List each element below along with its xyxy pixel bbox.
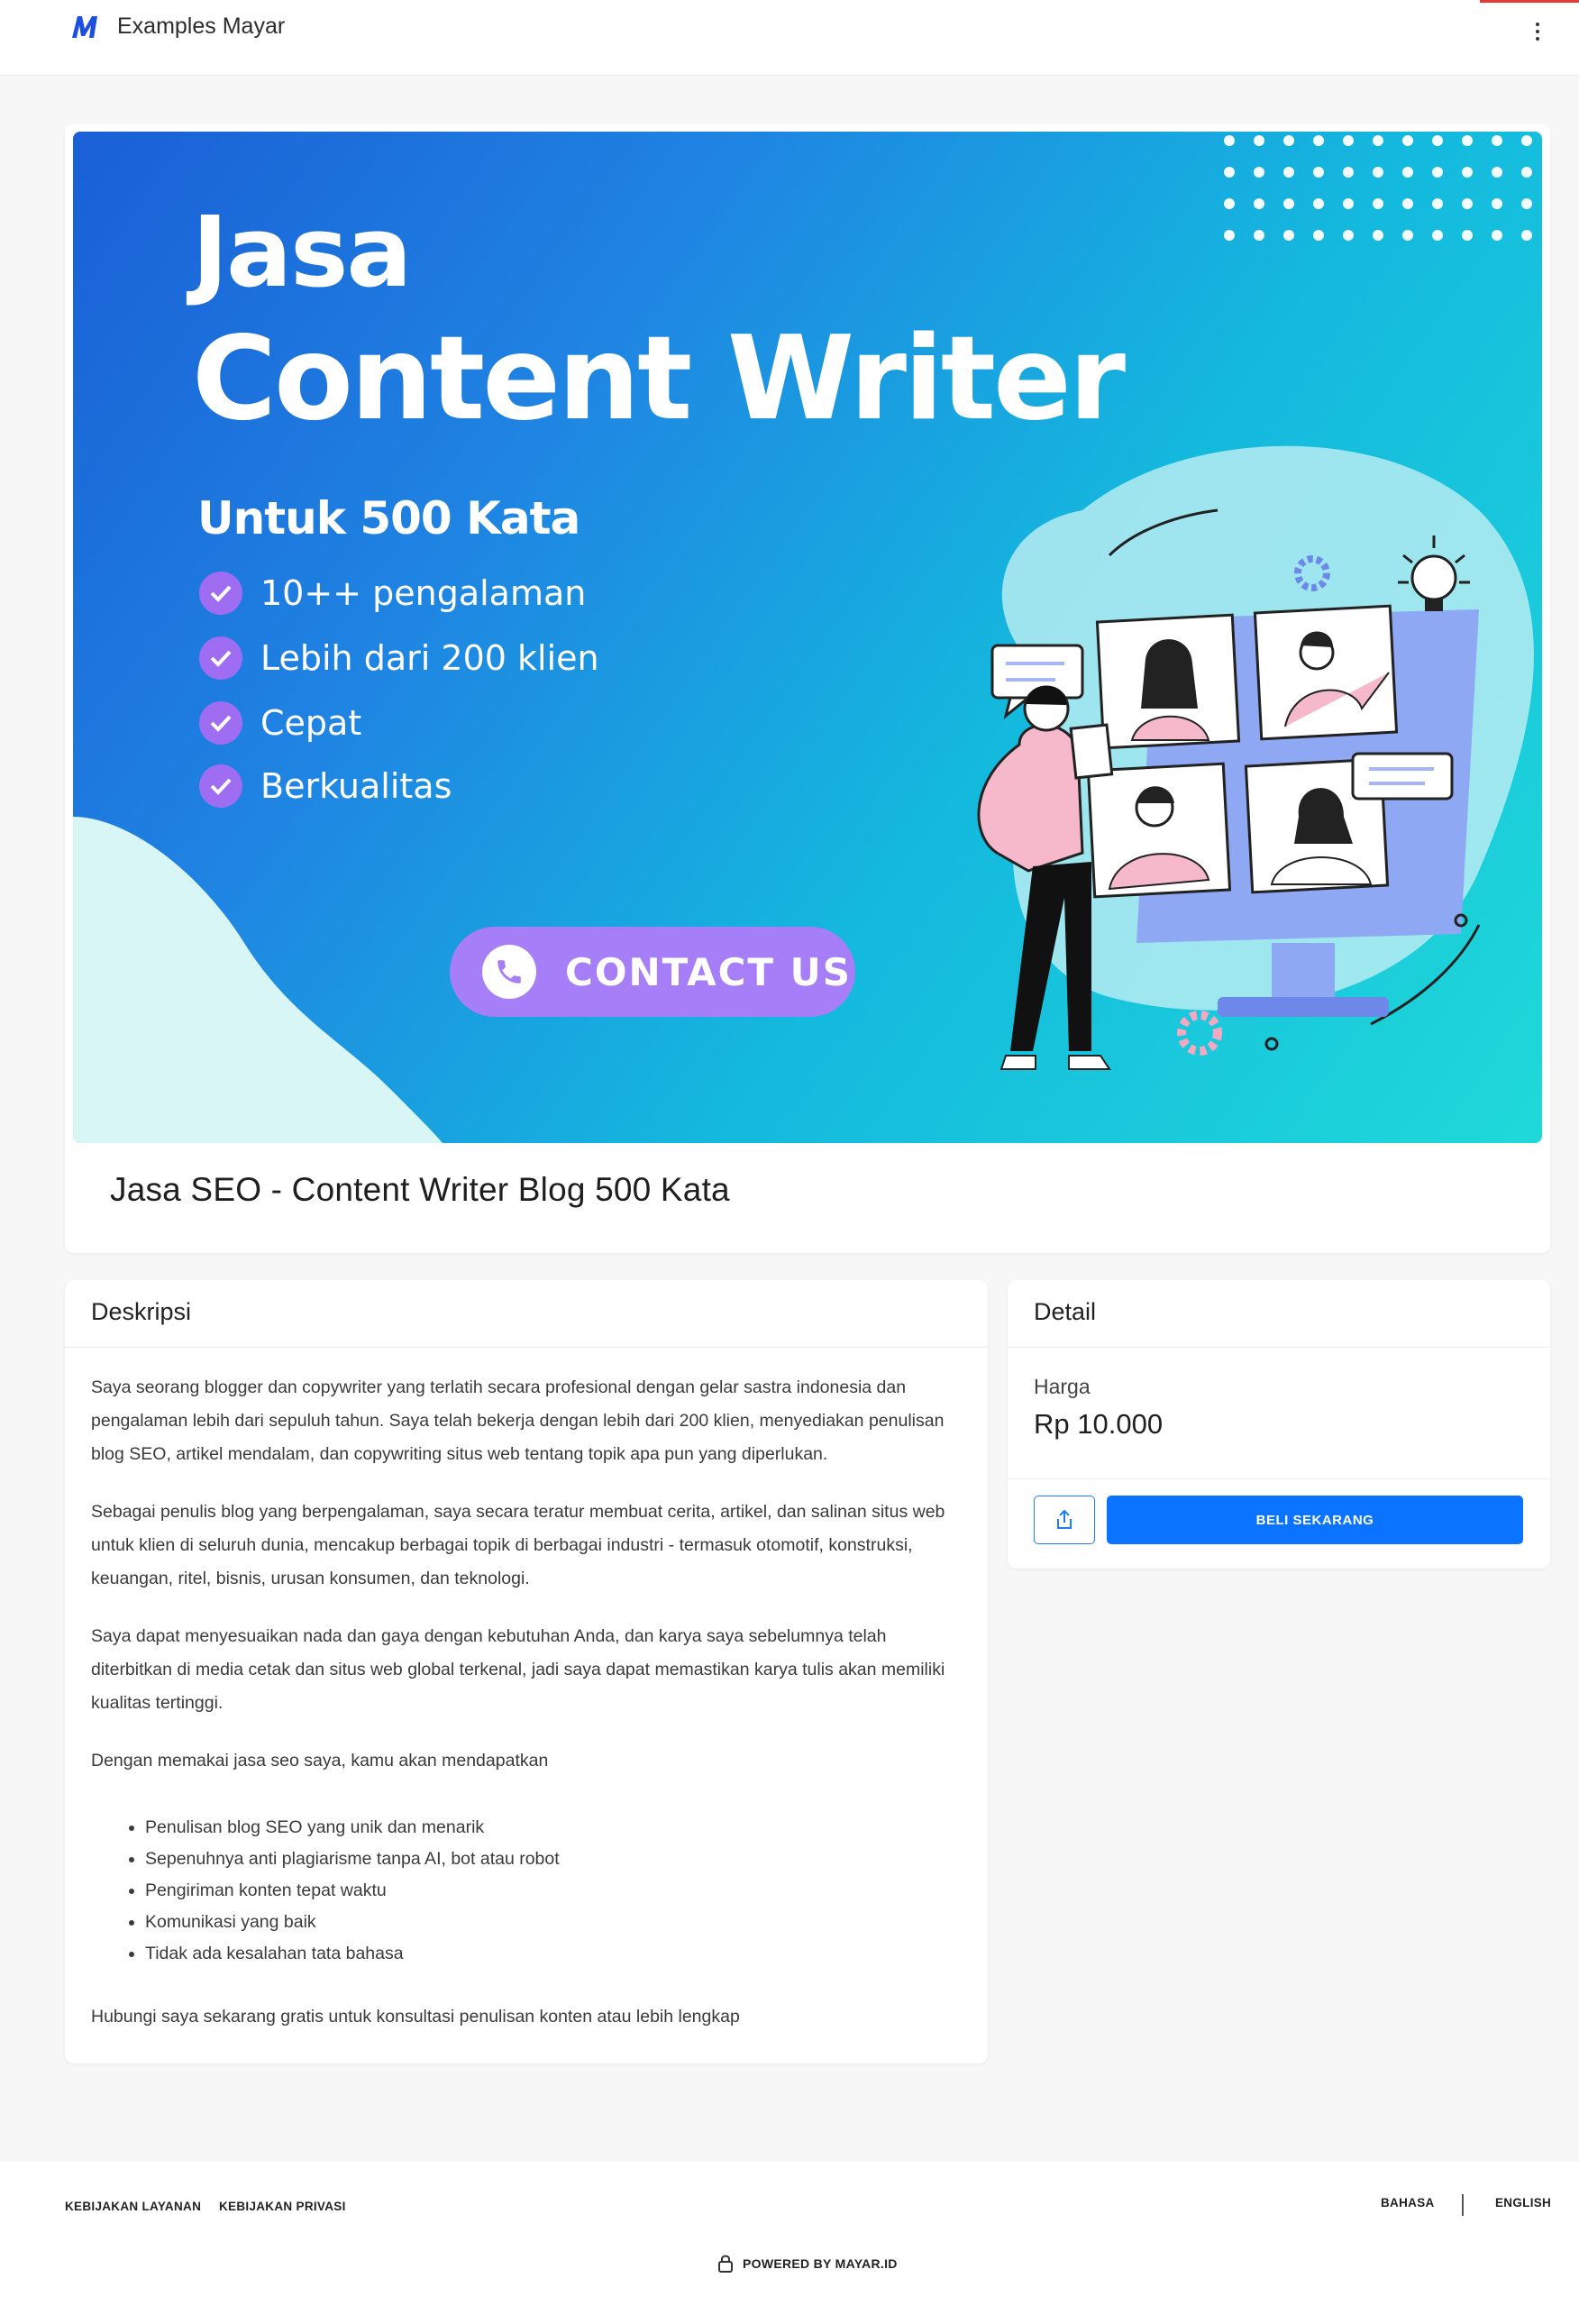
description-card: Deskripsi Saya seorang blogger dan copyw… (65, 1280, 988, 2063)
detail-actions: BELI SEKARANG (1008, 1479, 1550, 1568)
footer-divider (1462, 2194, 1464, 2216)
check-icon (199, 701, 242, 745)
powered-by-text: POWERED BY MAYAR.ID (743, 2256, 898, 2271)
banner-line-2: Content Writer (192, 312, 1126, 446)
product-banner-image: Jasa Content Writer Untuk 500 Kata 10++ … (73, 132, 1542, 1143)
phone-icon (482, 945, 536, 999)
price-block: Harga Rp 10.000 (1008, 1348, 1550, 1479)
description-paragraph: Saya seorang blogger dan copywriter yang… (91, 1377, 945, 1464)
list-item: Sepenuhnya anti plagiarisme tanpa AI, bo… (145, 1844, 962, 1875)
footer-link-privacy[interactable]: KEBIJAKAN PRIVASI (219, 2200, 346, 2213)
banner-contact-us-button: CONTACT US (450, 927, 855, 1017)
share-icon (1057, 1509, 1072, 1529)
list-item: Komunikasi yang baik (145, 1907, 962, 1938)
kebab-menu-icon[interactable] (1529, 18, 1547, 45)
mayar-logo-icon[interactable] (70, 13, 101, 43)
share-button[interactable] (1034, 1496, 1095, 1544)
banner-check-text: 10++ pengalaman (260, 573, 587, 613)
banner-line-3: Untuk 500 Kata (197, 492, 580, 544)
footer-link-terms[interactable]: KEBIJAKAN LAYANAN (65, 2200, 201, 2213)
buy-now-button[interactable]: BELI SEKARANG (1107, 1496, 1523, 1544)
language-label: BAHASA (1381, 2196, 1435, 2210)
product-title: Jasa SEO - Content Writer Blog 500 Kata (110, 1171, 730, 1208)
lock-icon (718, 2255, 733, 2273)
banner-check-row: Berkualitas (199, 764, 452, 808)
description-closing: Hubungi saya sekarang gratis untuk konsu… (91, 2007, 740, 2027)
banner-line-1: Jasa (192, 197, 412, 309)
brand-name[interactable]: Examples Mayar (117, 14, 285, 40)
powered-by[interactable]: POWERED BY MAYAR.ID (717, 2254, 898, 2274)
banner-cta-label: CONTACT US (565, 949, 853, 994)
top-navbar: Examples Mayar (0, 0, 1579, 76)
detail-card: Detail Harga Rp 10.000 BELI SEKARANG (1008, 1280, 1550, 1569)
description-heading: Deskripsi (65, 1280, 988, 1348)
banner-check-text: Cepat (260, 703, 362, 743)
check-icon (199, 572, 242, 615)
banner-check-text: Berkualitas (260, 766, 452, 806)
detail-heading: Detail (1008, 1280, 1550, 1348)
description-paragraph: Sebagai penulis blog yang berpengalaman,… (91, 1502, 945, 1588)
language-selector[interactable]: ENGLISH (1495, 2196, 1551, 2210)
list-item: Pengiriman konten tepat waktu (145, 1875, 962, 1907)
page-footer: KEBIJAKAN LAYANAN KEBIJAKAN PRIVASI BAHA… (0, 2162, 1579, 2324)
banner-check-row: Lebih dari 200 klien (199, 636, 599, 680)
list-item: Penulisan blog SEO yang unik dan menarik (145, 1812, 962, 1844)
top-accent-bar (1480, 0, 1579, 3)
product-hero-card: Jasa Content Writer Untuk 500 Kata 10++ … (65, 124, 1550, 1253)
check-icon (199, 764, 242, 808)
check-icon (199, 636, 242, 680)
description-paragraph: Saya dapat menyesuaikan nada dan gaya de… (91, 1626, 945, 1713)
benefit-list: Penulisan blog SEO yang unik dan menarik… (145, 1812, 962, 1970)
list-item: Tidak ada kesalahan tata bahasa (145, 1938, 962, 1970)
description-body: Saya seorang blogger dan copywriter yang… (65, 1348, 988, 2034)
price-value: Rp 10.000 (1034, 1408, 1164, 1440)
price-label: Harga (1034, 1375, 1091, 1398)
banner-check-text: Lebih dari 200 klien (260, 638, 599, 678)
description-paragraph: Dengan memakai jasa seo saya, kamu akan … (91, 1751, 549, 1770)
banner-check-row: Cepat (199, 701, 361, 745)
banner-check-row: 10++ pengalaman (199, 572, 586, 615)
